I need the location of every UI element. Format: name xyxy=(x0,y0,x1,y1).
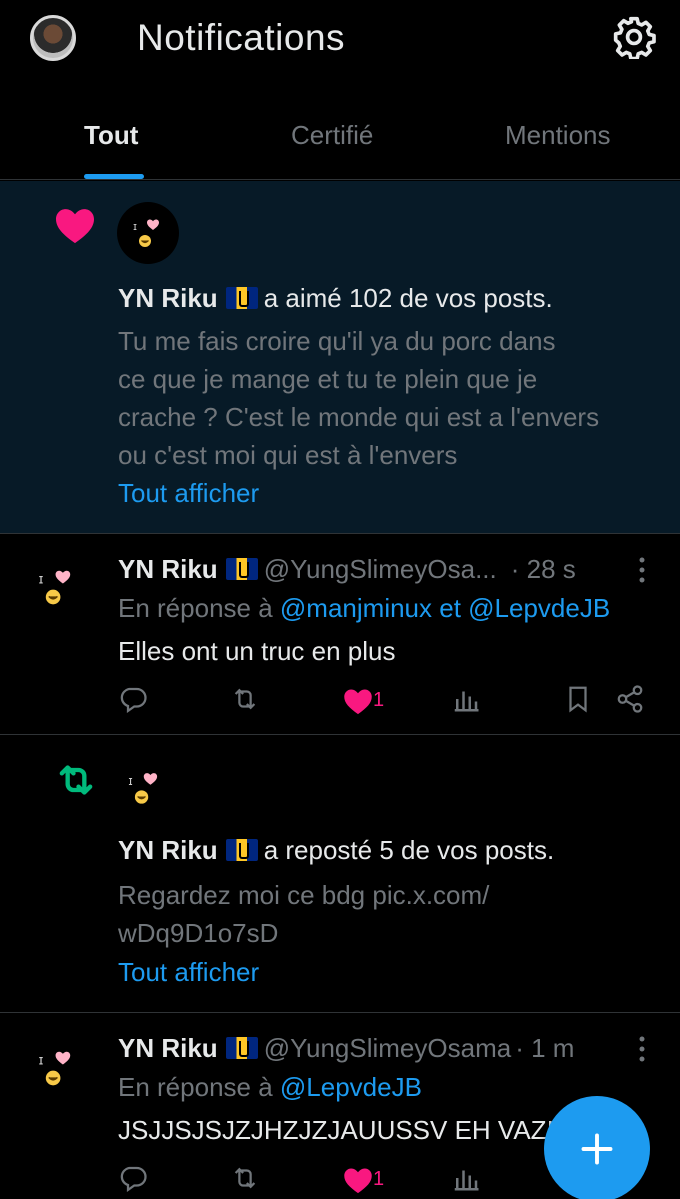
plus-icon xyxy=(581,1133,613,1165)
notification-title: YN Riku a aimé 102 de vos posts. xyxy=(118,283,553,314)
gear-icon[interactable] xyxy=(612,15,656,59)
post-line: ce que je mange et tu te plein que je xyxy=(118,364,538,394)
flag-icon xyxy=(225,839,258,861)
user-name[interactable]: YN Riku xyxy=(118,1033,218,1063)
heart-icon xyxy=(56,209,94,244)
reply-context: En réponse à @manjminux et @LepvdeJB xyxy=(118,593,610,624)
like-icon[interactable] xyxy=(343,686,373,716)
tab-mentions[interactable]: Mentions xyxy=(505,120,611,151)
emoji-avatar-icon: ɪ xyxy=(133,219,159,247)
post-line: Tu me fais croire qu'il ya du porc dans xyxy=(118,326,556,356)
notification-like[interactable]: ɪ YN Riku a aimé 102 de vos posts. Tu me … xyxy=(0,181,680,534)
show-more-link[interactable]: Tout afficher xyxy=(118,957,259,988)
user-handle[interactable]: @YungSlimeyOsa... xyxy=(264,554,497,584)
post-line: wDq9D1o7sD xyxy=(118,918,279,948)
like-count: 1 xyxy=(373,1168,385,1190)
share-icon[interactable] xyxy=(615,684,645,714)
tab-verified[interactable]: Certifié xyxy=(291,120,373,151)
reply-mentions[interactable]: @manjminux et @LepvdeJB xyxy=(280,593,610,623)
svg-text:ɪ: ɪ xyxy=(38,1054,43,1069)
user-name[interactable]: YN Riku xyxy=(118,283,218,313)
repost-icon[interactable] xyxy=(230,1163,260,1193)
post-preview: Tu me fais croire qu'il ya du porc dans … xyxy=(118,322,599,474)
post-line: crache ? C'est le monde qui est a l'enve… xyxy=(118,402,600,432)
timestamp: · 1 m xyxy=(515,1033,575,1063)
flag-icon xyxy=(225,1037,258,1059)
reply-body: JSJJSJSJZJHZJZJAUUSSV EH VAZI xyxy=(118,1115,554,1145)
more-options-icon[interactable] xyxy=(637,1035,647,1063)
svg-text:ɪ: ɪ xyxy=(38,573,43,588)
notification-reply[interactable]: ɪ YN Riku @YungSlimeyOsa... · 28 s En répo… xyxy=(0,534,680,735)
reply-icon[interactable] xyxy=(118,1163,148,1193)
emoji-avatar-icon[interactable]: ɪ xyxy=(36,564,80,608)
views-icon[interactable] xyxy=(451,1163,481,1193)
show-more-link[interactable]: Tout afficher xyxy=(118,478,259,509)
page-title: Notifications xyxy=(137,17,346,58)
action-text: a reposté 5 de vos posts. xyxy=(263,835,555,865)
views-icon[interactable] xyxy=(451,684,481,714)
user-name[interactable]: YN Riku xyxy=(118,554,218,584)
reply-prefix: En réponse à xyxy=(118,1072,273,1102)
bookmark-icon[interactable] xyxy=(563,684,593,714)
post-line: Regardez moi ce bdg pic.x.com/ xyxy=(118,880,490,910)
avatar[interactable]: ɪ xyxy=(117,202,179,264)
more-options-icon[interactable] xyxy=(637,556,647,584)
tab-bar: Tout Certifié Mentions xyxy=(0,100,680,180)
notification-title: YN Riku a reposté 5 de vos posts. xyxy=(118,835,554,866)
user-avatar[interactable] xyxy=(30,15,76,61)
reply-context: En réponse à @LepvdeJB xyxy=(118,1072,422,1103)
user-handle[interactable]: @YungSlimeyOsama xyxy=(264,1033,512,1063)
top-bar: Notifications xyxy=(0,0,680,80)
like-icon[interactable] xyxy=(343,1165,373,1195)
reply-icon[interactable] xyxy=(118,684,148,714)
reply-body: Elles ont un truc en plus xyxy=(118,636,396,666)
reply-mentions[interactable]: @LepvdeJB xyxy=(280,1072,422,1102)
active-tab-indicator xyxy=(84,174,144,179)
svg-text:ɪ: ɪ xyxy=(133,220,137,233)
emoji-avatar-icon[interactable]: ɪ xyxy=(36,1045,80,1089)
notification-repost[interactable]: ɪ YN Riku a reposté 5 de vos posts. Regar… xyxy=(0,735,680,1013)
reply-prefix: En réponse à xyxy=(118,593,273,623)
post-preview: Regardez moi ce bdg pic.x.com/ wDq9D1o7s… xyxy=(118,876,489,952)
reply-header: YN Riku @YungSlimeyOsa... · 28 s xyxy=(118,554,576,585)
tab-all[interactable]: Tout xyxy=(84,120,138,151)
flag-icon xyxy=(225,287,258,309)
svg-text:ɪ: ɪ xyxy=(128,774,133,788)
repost-icon[interactable] xyxy=(230,684,260,714)
user-name[interactable]: YN Riku xyxy=(118,835,218,865)
post-line: ou c'est moi qui est à l'envers xyxy=(118,440,458,470)
reply-header: YN Riku @YungSlimeyOsama · 1 m xyxy=(118,1033,574,1064)
action-text: a aimé 102 de vos posts. xyxy=(263,283,553,313)
compose-button[interactable] xyxy=(544,1096,650,1199)
emoji-avatar-icon[interactable]: ɪ xyxy=(126,767,166,807)
flag-icon xyxy=(225,558,258,580)
timestamp: · 28 s xyxy=(510,554,576,584)
repost-icon xyxy=(59,765,93,795)
like-count: 1 xyxy=(373,689,385,711)
